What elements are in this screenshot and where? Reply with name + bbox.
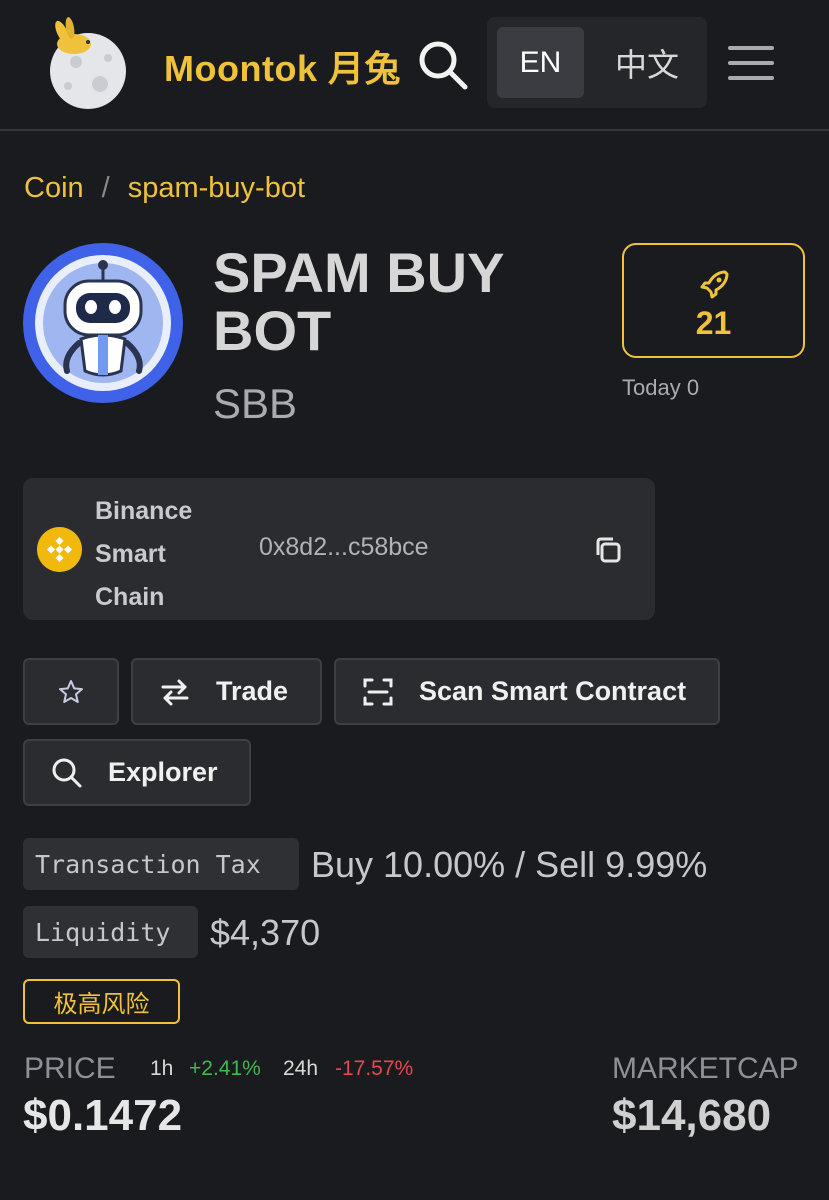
copy-icon[interactable]: [593, 535, 623, 565]
robot-coin-logo-icon: [23, 243, 183, 403]
boost-count: 21: [695, 305, 732, 341]
breadcrumb-separator: /: [101, 172, 110, 204]
transaction-tax-value: Buy 10.00% / Sell 9.99%: [311, 844, 708, 885]
price-value: $0.1472: [23, 1091, 183, 1140]
bnb-chain-icon: [37, 527, 82, 572]
change-1h-label: 1h: [150, 1057, 174, 1080]
chain-name: Binance Smart Chain: [95, 497, 193, 611]
breadcrumb-coin-link[interactable]: Coin: [24, 172, 84, 204]
scan-button-label: Scan Smart Contract: [419, 676, 687, 706]
language-switch: EN 中文: [487, 17, 707, 108]
lang-zh-button[interactable]: 中文: [597, 27, 697, 98]
search-icon[interactable]: [416, 38, 470, 92]
brand-name[interactable]: Moontok 月兔: [164, 40, 401, 92]
liquidity-tag: Liquidity: [23, 906, 198, 958]
marketcap-value: $14,680: [612, 1091, 772, 1140]
change-1h-value: +2.41%: [189, 1057, 261, 1080]
price-label: PRICE: [24, 1052, 116, 1085]
transaction-tax-tag: Transaction Tax: [23, 838, 299, 890]
breadcrumb-current[interactable]: spam-buy-bot: [128, 172, 305, 204]
trade-button[interactable]: Trade: [131, 658, 322, 725]
contract-address: 0x8d2...c58bce: [259, 533, 429, 561]
boost-button[interactable]: 21: [622, 243, 805, 358]
lang-en-button[interactable]: EN: [497, 27, 584, 98]
star-icon: [59, 679, 83, 703]
explorer-button-label: Explorer: [108, 757, 218, 787]
explorer-button[interactable]: Explorer: [23, 739, 251, 806]
liquidity-value: $4,370: [210, 912, 321, 953]
scan-smart-contract-button[interactable]: Scan Smart Contract: [334, 658, 720, 725]
favorite-button[interactable]: [23, 658, 119, 725]
breadcrumb: Coin / spam-buy-bot: [24, 172, 305, 205]
risk-badge: 极高风险: [23, 979, 180, 1024]
marketcap-label: MARKETCAP: [612, 1052, 799, 1085]
trade-button-label: Trade: [216, 676, 289, 706]
top-header: Moontok 月兔 EN 中文: [0, 0, 829, 131]
change-24h-label: 24h: [283, 1057, 319, 1080]
magnifier-icon: [52, 758, 82, 787]
swap-arrows-icon: [161, 679, 189, 705]
change-24h-value: -17.57%: [335, 1057, 414, 1080]
today-boost-count: Today 0: [622, 375, 700, 400]
coin-symbol: SBB: [213, 380, 298, 427]
rocket-icon: [700, 270, 729, 299]
scan-icon: [363, 678, 393, 705]
coin-name: SPAM BUY BOT: [213, 241, 504, 362]
moontok-logo-icon[interactable]: [40, 14, 132, 110]
hamburger-menu-icon[interactable]: [728, 46, 774, 86]
chain-card: Binance Smart Chain 0x8d2...c58bce: [23, 478, 655, 620]
